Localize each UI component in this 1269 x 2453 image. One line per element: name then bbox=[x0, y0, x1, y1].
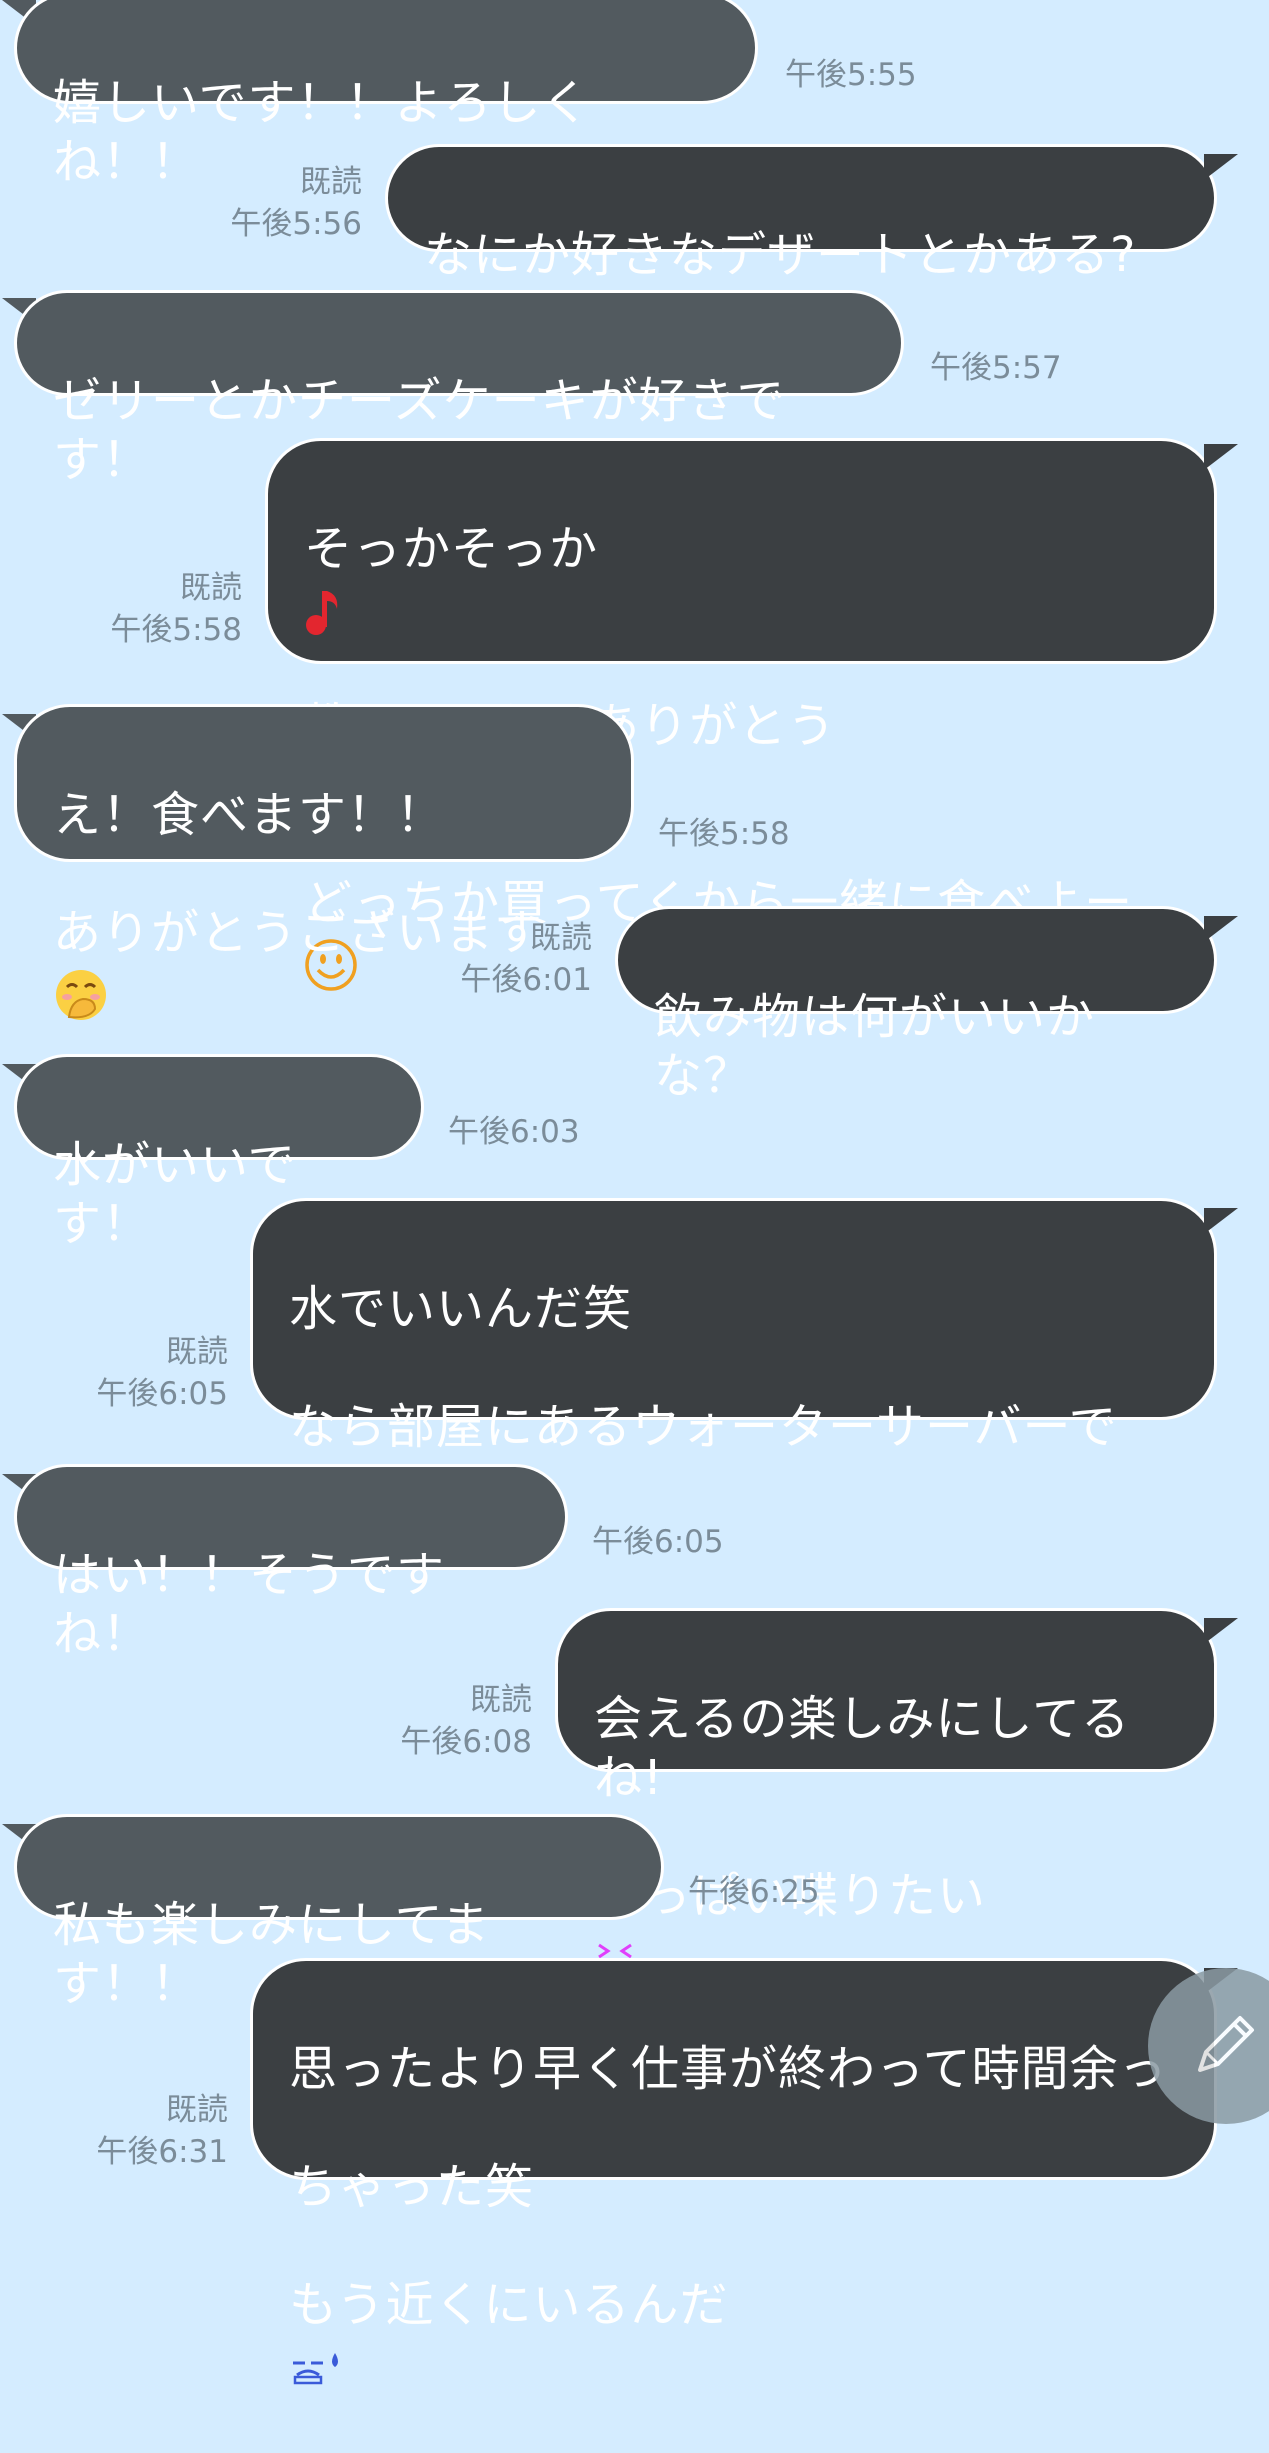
message-line: 思ったより早く仕事が終わって時間余っ bbox=[289, 2041, 1168, 2097]
message-bubble-outgoing[interactable]: なにか好きなデザートとかある? bbox=[385, 144, 1217, 330]
timestamp: 午後6:03 bbox=[448, 1114, 580, 1150]
message-line: え！食べます！！ bbox=[53, 787, 446, 843]
message-text: なにか好きなデザートとかある? bbox=[424, 227, 1137, 283]
sweat-icon bbox=[293, 2353, 338, 2385]
message-bubble-outgoing[interactable]: 水でいいんだ笑 なら部屋にあるウォーターサーバーで いっか! bbox=[250, 1198, 1217, 1573]
bubble-tail bbox=[1204, 154, 1238, 180]
timestamp: 午後6:05 bbox=[96, 1376, 228, 1412]
message-bubble-outgoing[interactable]: 思ったより早く仕事が終わって時間余っ ちゃった笑 もう近くにいるんだ bbox=[250, 1958, 1217, 2385]
timestamp: 午後6:01 bbox=[460, 962, 592, 998]
message-bubble-incoming[interactable]: え！食べます！！ ありがとうございます bbox=[14, 704, 634, 1020]
read-receipt: 既読 bbox=[530, 920, 592, 956]
timestamp: 午後6:08 bbox=[400, 1724, 532, 1760]
timestamp: 午後5:58 bbox=[658, 816, 790, 852]
message-line: もう近くにいるんだ bbox=[289, 2276, 1178, 2394]
read-receipt: 既読 bbox=[470, 1682, 532, 1718]
message-text: 飲み物は何がいいかな？ bbox=[654, 989, 1096, 1104]
timestamp: 午後5:55 bbox=[785, 57, 917, 93]
bubble-tail bbox=[1204, 1618, 1238, 1644]
message-line: ちゃった笑 bbox=[289, 2159, 535, 2215]
message-line: 水でいいんだ笑 bbox=[289, 1281, 633, 1337]
timestamp: 午後6:05 bbox=[592, 1524, 724, 1560]
message-bubble-outgoing[interactable]: 飲み物は何がいいかな？ bbox=[615, 906, 1217, 1104]
message-bubble-outgoing[interactable]: 会えるの楽しみにしてるね! いっぱい喋りたい bbox=[555, 1608, 1217, 1970]
message-bubble-incoming[interactable]: ゼリーとかチーズケーキが好きです！ bbox=[14, 290, 904, 488]
message-text: はい！！そうですね！ bbox=[53, 1547, 446, 1662]
message-line: なら部屋にあるウォーターサーバーで bbox=[289, 1399, 1118, 1455]
bubble-tail bbox=[1204, 1208, 1238, 1234]
message-bubble-outgoing[interactable]: そっかそっか 教えてくれてありがとう どっちか買ってくから一緒に食べよー bbox=[265, 438, 1217, 991]
bubble-tail bbox=[1204, 444, 1238, 470]
message-bubble-incoming[interactable]: 私も楽しみにしてます！！ bbox=[14, 1814, 664, 2012]
music-note-icon bbox=[306, 591, 338, 635]
message-bubble-incoming[interactable]: 水がいいです！ bbox=[14, 1054, 424, 1252]
read-receipt: 既読 bbox=[300, 164, 362, 200]
pencil-icon bbox=[1198, 2016, 1254, 2072]
timestamp: 午後6:31 bbox=[96, 2134, 228, 2170]
hand-over-mouth-icon bbox=[56, 970, 106, 1020]
message-line: 会えるの楽しみにしてるね! bbox=[594, 1691, 1131, 1806]
chat-area[interactable]: 嬉しいです！！よろしくね！！ 午後5:55 既読 午後5:56 なにか好きなデザ… bbox=[0, 0, 1269, 2385]
message-bubble-incoming[interactable]: はい！！そうですね！ bbox=[14, 1464, 568, 1662]
message-bubble-incoming[interactable]: 嬉しいです！！よろしくね！！ bbox=[14, 0, 758, 190]
timestamp: 午後5:58 bbox=[110, 612, 242, 648]
message-line: そっかそっか bbox=[304, 520, 1178, 638]
read-receipt: 既読 bbox=[166, 2092, 228, 2128]
timestamp: 午後5:57 bbox=[930, 350, 1062, 386]
read-receipt: 既読 bbox=[180, 570, 242, 606]
bubble-tail bbox=[1204, 916, 1238, 942]
timestamp: 午後6:25 bbox=[688, 1874, 820, 1910]
timestamp: 午後5:56 bbox=[230, 206, 362, 242]
read-receipt: 既読 bbox=[166, 1334, 228, 1370]
